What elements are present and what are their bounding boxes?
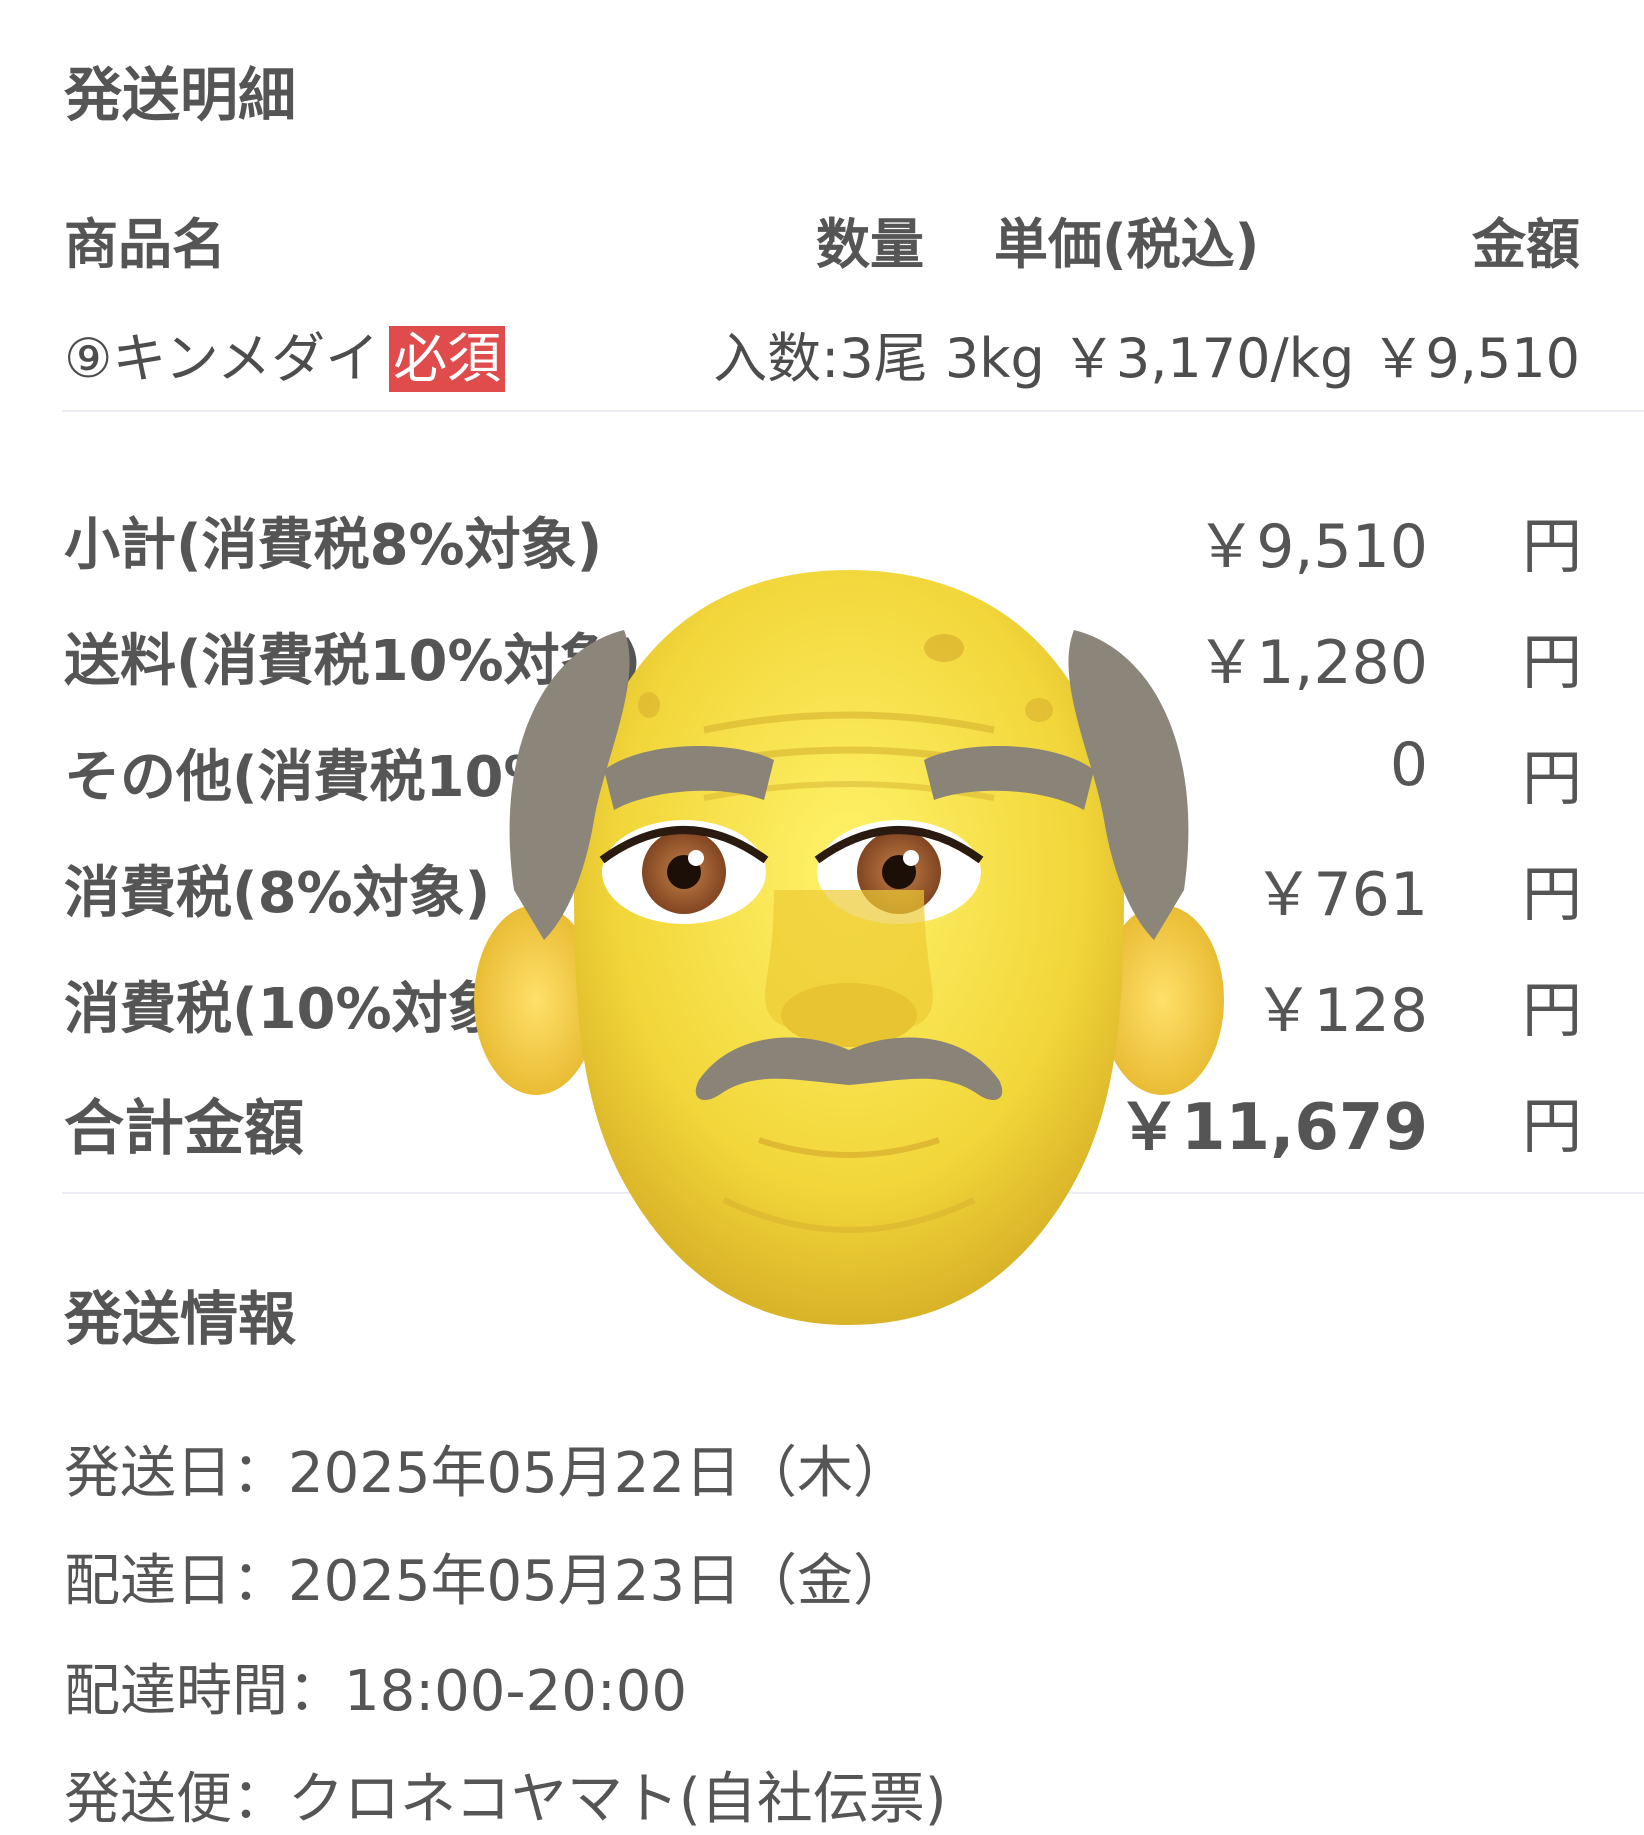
summary-value-tax-10: ￥128 (1253, 976, 1428, 1046)
required-badge: 必須 (389, 326, 506, 393)
delivery-time: 配達時間：18:00-20:00 (64, 1659, 687, 1724)
column-header-unit-price: 単価(税込) (994, 213, 1260, 276)
column-header-quantity: 数量 (816, 213, 924, 276)
summary-unit: 円 (1522, 744, 1582, 814)
summary-unit: 円 (1522, 628, 1582, 698)
item-name: ⑨キンメダイ 必須 (64, 314, 506, 393)
section-title-shipping-info: 発送情報 (64, 1285, 297, 1353)
summary-unit: 円 (1522, 1092, 1582, 1162)
item-detail: 入数:3尾 3kg ￥3,170/kg ￥9,510 (713, 327, 1580, 390)
delivery-date: 配達日：2025年05月23日（金） (64, 1549, 910, 1614)
section-title-shipping-details: 発送明細 (64, 61, 297, 129)
summary-label-tax-8: 消費税(8%対象) (64, 861, 491, 926)
ship-date: 発送日：2025年05月22日（木） (64, 1441, 910, 1506)
item-name-text: ⑨キンメダイ (64, 327, 380, 390)
summary-value-tax-8: ￥761 (1253, 860, 1428, 930)
divider (62, 410, 1644, 412)
summary-value-subtotal: ￥9,510 (1196, 512, 1428, 582)
carrier: 発送便：クロネコヤマト(自社伝票) (64, 1767, 947, 1832)
summary-unit: 円 (1522, 976, 1582, 1046)
summary-unit: 円 (1522, 860, 1582, 930)
summary-label-total: 合計金額 (64, 1094, 304, 1164)
column-header-amount: 金額 (1472, 213, 1580, 276)
summary-value-other: 0 (1389, 730, 1428, 800)
summary-label-tax-10: 消費税(10%対象) (64, 977, 530, 1042)
column-header-name: 商品名 (64, 213, 226, 276)
old-man-memoji-icon (474, 570, 1224, 1325)
summary-unit: 円 (1522, 512, 1582, 582)
summary-value-shipping: ￥1,280 (1196, 628, 1428, 698)
